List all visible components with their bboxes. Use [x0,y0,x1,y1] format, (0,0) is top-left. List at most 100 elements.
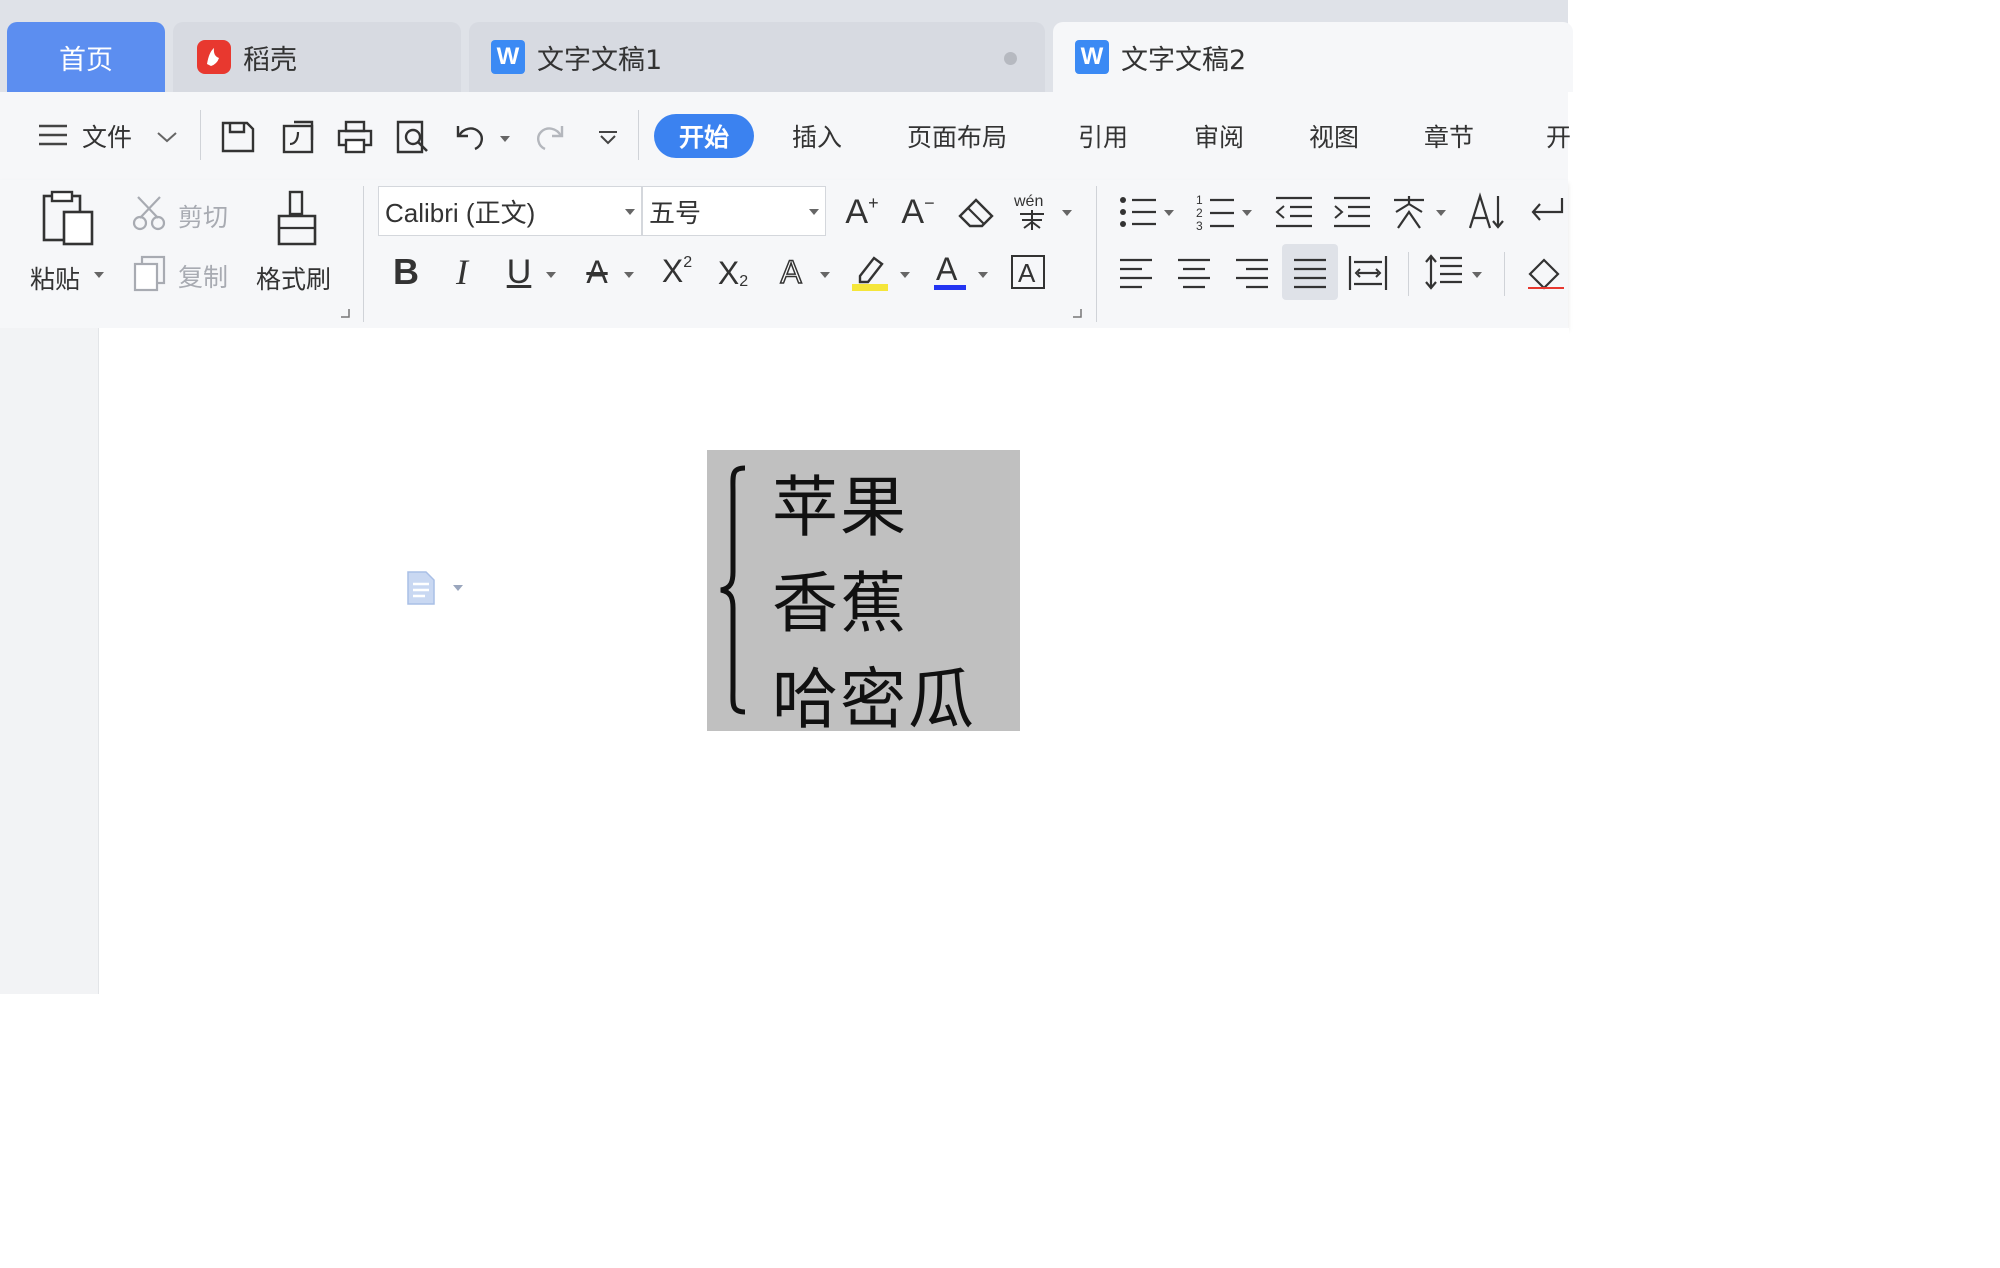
ribbon-tab-view[interactable]: 视图 [1309,118,1359,154]
ribbon-tab-start[interactable]: 开始 [654,114,754,158]
file-menu[interactable]: 文件 [82,118,132,154]
align-right-icon[interactable] [1234,256,1270,290]
tab-doc2-label: 文字文稿2 [1121,44,1247,76]
paste-icon[interactable] [40,190,96,248]
paste-dropdown-caret-icon[interactable] [94,272,104,278]
sort-icon[interactable] [1466,192,1506,232]
ribbon-toolbar: 粘贴 剪切 复制 格式刷 Calibri (正文) 五号 A + A − wén B… [0,180,1568,328]
shrink-font-icon[interactable]: A − [898,192,938,232]
increase-indent-icon[interactable] [1332,194,1372,230]
align-center-icon[interactable] [1176,256,1212,290]
divider [1096,186,1097,322]
chinese-layout-icon[interactable] [1388,192,1430,232]
numbered-list-dropdown-caret-icon[interactable] [1242,210,1252,216]
subscript-icon[interactable]: X2 [712,252,754,294]
tab-doc1-label: 文字文稿1 [537,44,663,76]
ribbon-tab-chapter[interactable]: 章节 [1424,118,1474,154]
character-border-icon[interactable]: A [1010,254,1046,290]
text-effect-dropdown-caret-icon[interactable] [820,272,830,278]
bullet-list-dropdown-caret-icon[interactable] [1164,210,1174,216]
svg-text:A: A [1018,258,1036,288]
distributed-align-icon[interactable] [1348,254,1388,292]
ribbon-tab-insert[interactable]: 插入 [792,118,842,154]
ribbon-tab-references[interactable]: 引用 [1078,118,1128,154]
shading-icon[interactable] [1524,252,1568,294]
underline-icon[interactable]: U [500,250,538,294]
svg-text:wén: wén [1013,193,1043,210]
undo-dropdown-caret-icon[interactable] [500,136,510,142]
numbered-list-icon[interactable]: 123 [1196,192,1236,232]
italic-icon[interactable]: I [444,252,480,292]
ribbon-tab-page-layout[interactable]: 页面布局 [907,118,1007,154]
svg-text:3: 3 [1196,219,1203,232]
cut-button[interactable]: 剪切 [178,198,228,234]
text-effect-icon[interactable]: A [772,252,810,292]
writer-doc-icon: W [491,40,525,74]
paste-button[interactable]: 粘贴 [30,260,80,296]
font-family-value: Calibri (正文) [385,197,536,228]
font-size-select[interactable]: 五号 [642,186,826,236]
copy-button[interactable]: 复制 [178,258,228,294]
save-icon[interactable] [220,120,256,154]
daoke-logo-icon [197,40,231,74]
bullet-list-icon[interactable] [1118,194,1158,230]
font-color-dropdown-caret-icon[interactable] [978,272,988,278]
chevron-down-icon [809,209,819,215]
tab-bar: 首页 稻壳 W 文字文稿1 W 文字文稿2 [0,0,1573,92]
clear-format-eraser-icon[interactable] [956,194,998,230]
bold-icon[interactable]: B [388,251,424,292]
print-preview-icon[interactable] [394,118,432,156]
equation-object[interactable]: 苹果 香蕉 哈密瓜 [707,450,1020,738]
pinyin-dropdown-caret-icon[interactable] [1062,210,1072,216]
highlight-dropdown-caret-icon[interactable] [900,272,910,278]
align-left-icon[interactable] [1118,256,1154,290]
scissors-icon [132,196,166,231]
group-launcher-icon[interactable] [340,308,350,318]
tab-doc1[interactable]: W 文字文稿1 [469,22,1045,92]
decrease-indent-icon[interactable] [1274,194,1314,230]
chevron-down-icon[interactable] [156,130,178,144]
tab-home[interactable]: 首页 [7,22,165,92]
ribbon-tab-review[interactable]: 审阅 [1194,118,1244,154]
paragraph-layout-icon[interactable] [404,570,440,606]
tab-home-label: 首页 [59,44,113,76]
left-brace-icon [720,465,746,715]
tab-daoke[interactable]: 稻壳 [173,22,461,92]
font-color-icon[interactable]: A [932,250,968,294]
export-pdf-icon[interactable] [280,118,318,156]
copy-icon [133,255,166,292]
divider [1408,252,1409,296]
formula-line: 苹果 [772,469,908,546]
chevron-down-icon [625,209,635,215]
quick-access-more-icon[interactable] [596,130,620,146]
chinese-layout-dropdown-caret-icon[interactable] [1436,210,1446,216]
justify-icon[interactable] [1292,256,1328,290]
tab-doc2-active[interactable]: W 文字文稿2 [1053,22,1573,92]
line-spacing-icon[interactable] [1424,252,1464,292]
line-spacing-dropdown-caret-icon[interactable] [1472,272,1482,278]
superscript-icon[interactable]: X2 [656,250,698,292]
underline-dropdown-caret-icon[interactable] [546,272,556,278]
format-painter-icon[interactable] [274,188,322,250]
undo-icon[interactable] [452,118,488,156]
strikethrough-dropdown-caret-icon[interactable] [624,272,634,278]
svg-text:2: 2 [1196,206,1203,220]
writer-doc-icon: W [1075,40,1109,74]
redo-icon[interactable] [532,118,568,156]
strikethrough-icon[interactable]: A [578,252,616,292]
divider [1504,252,1505,296]
font-family-select[interactable]: Calibri (正文) [378,186,642,236]
unsaved-dot-icon [1004,52,1017,65]
paragraph-layout-dropdown-caret-icon[interactable] [453,585,463,591]
group-launcher-icon[interactable] [1072,308,1082,318]
hamburger-menu-icon[interactable] [36,120,70,150]
print-icon[interactable] [336,118,374,156]
show-paragraph-marks-icon[interactable] [1526,194,1566,230]
pinyin-guide-icon[interactable]: wén [1012,190,1058,234]
grow-font-icon[interactable]: A + [842,192,882,232]
divider [638,110,639,160]
ribbon-tab-dev-partial[interactable]: 开 [1546,118,1571,154]
highlight-icon[interactable] [850,250,892,294]
format-painter-button[interactable]: 格式刷 [256,260,331,296]
divider [200,110,201,160]
